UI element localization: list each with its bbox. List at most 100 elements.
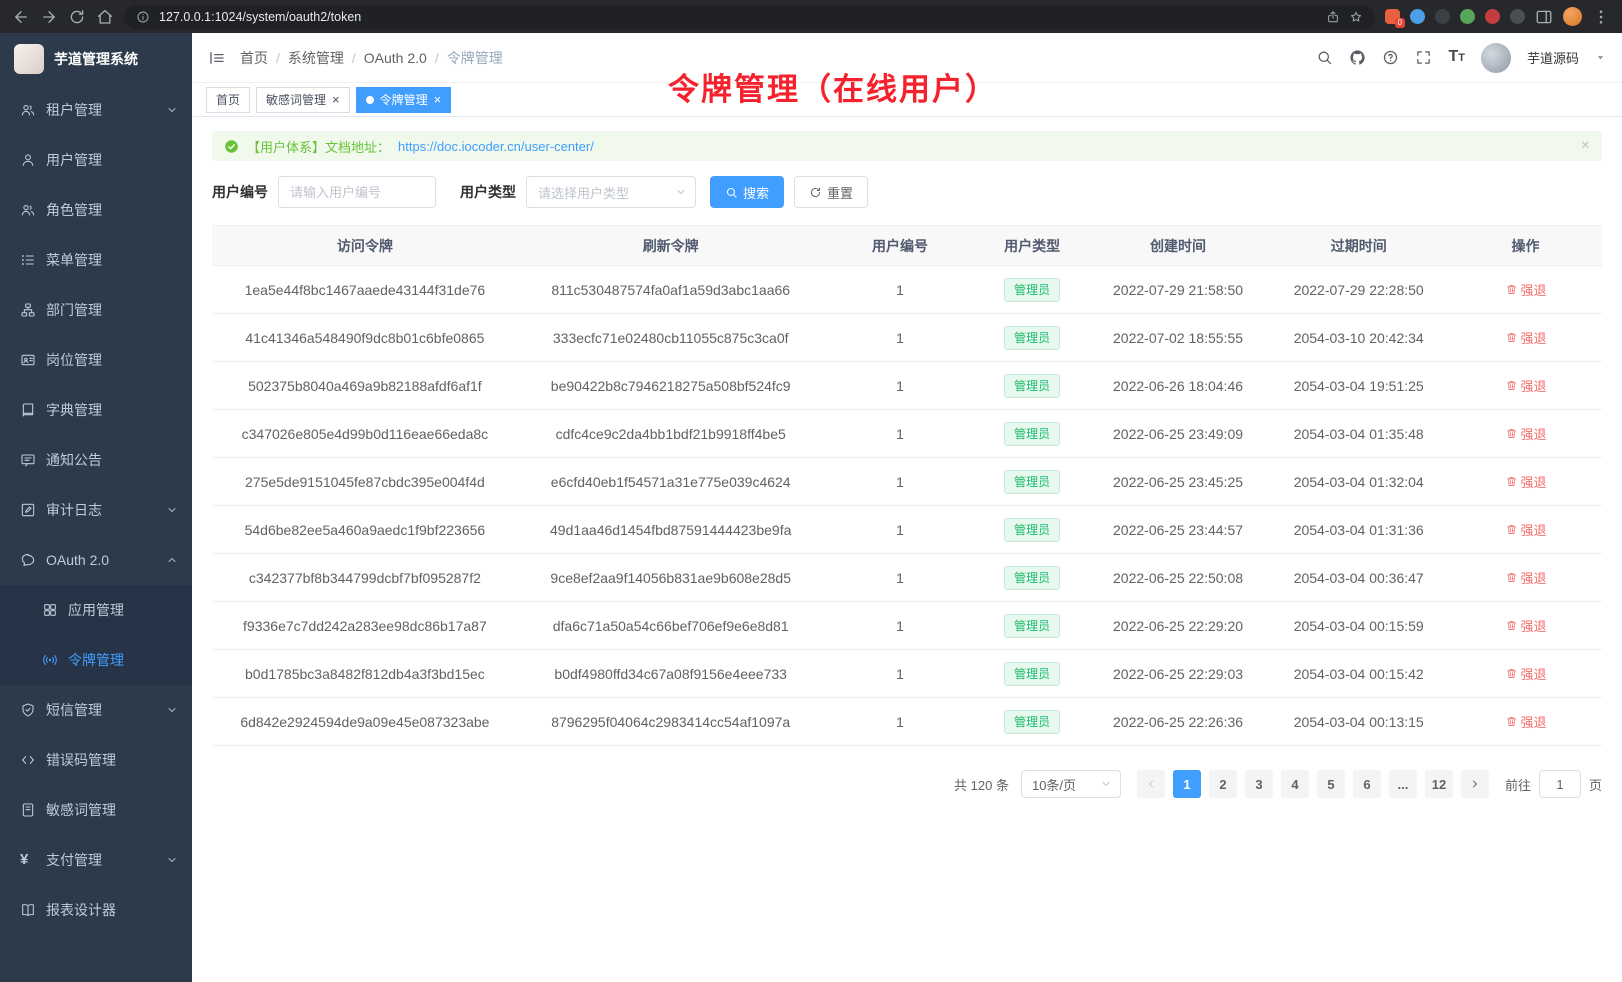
sidebar-item-user[interactable]: 用户管理 xyxy=(0,135,192,185)
sidebar-item-role[interactable]: 角色管理 xyxy=(0,185,192,235)
breadcrumb-item[interactable]: 令牌管理 xyxy=(447,48,503,68)
users-icon xyxy=(20,102,36,118)
force-logout-button[interactable]: 强退 xyxy=(1505,280,1547,299)
sidebar-item-report-designer[interactable]: 报表设计器 xyxy=(0,885,192,935)
trash-icon xyxy=(1505,379,1518,392)
sidebar-item-sensitive-word[interactable]: 敏感词管理 xyxy=(0,785,192,835)
breadcrumb-item[interactable]: 系统管理 xyxy=(288,48,344,68)
tab-home[interactable]: 首页 xyxy=(206,87,250,113)
sidebar-item-tenant[interactable]: 租户管理 xyxy=(0,85,192,135)
page-button-2[interactable]: 2 xyxy=(1209,770,1237,798)
sidebar-item-oauth2-token[interactable]: 令牌管理 xyxy=(0,635,192,685)
font-size-icon[interactable]: TT xyxy=(1448,49,1465,66)
bookmark-star-icon[interactable] xyxy=(1349,10,1363,24)
extension-crimson-icon[interactable] xyxy=(1485,9,1500,24)
force-logout-button[interactable]: 强退 xyxy=(1505,376,1547,395)
tab-close-icon[interactable]: × xyxy=(434,93,442,106)
page-ellipsis[interactable]: ... xyxy=(1389,770,1417,798)
user-id-cell: 1 xyxy=(824,362,977,410)
user-type-select[interactable]: 请选择用户类型 xyxy=(526,176,696,208)
share-icon[interactable] xyxy=(1326,10,1340,24)
force-logout-button[interactable]: 强退 xyxy=(1505,664,1547,683)
user-type-cell: 管理员 xyxy=(976,602,1087,650)
fullscreen-icon[interactable] xyxy=(1415,49,1432,66)
browser-profile-avatar[interactable] xyxy=(1563,7,1582,26)
address-bar[interactable]: 127.0.0.1:1024/system/oauth2/token xyxy=(124,5,1375,29)
alert-close-icon[interactable]: × xyxy=(1581,138,1590,154)
collapse-menu-icon[interactable] xyxy=(208,49,226,67)
user-id-input[interactable] xyxy=(278,176,436,208)
extension-dark-icon[interactable] xyxy=(1435,9,1450,24)
help-icon[interactable] xyxy=(1382,49,1399,66)
side-panel-icon[interactable] xyxy=(1535,8,1553,26)
expire-time-cell: 2054-03-04 19:51:25 xyxy=(1268,362,1449,410)
sidebar-item-post[interactable]: 岗位管理 xyxy=(0,335,192,385)
page-button-4[interactable]: 4 xyxy=(1281,770,1309,798)
tab-close-icon[interactable]: × xyxy=(332,93,340,106)
sidebar-item-dict[interactable]: 字典管理 xyxy=(0,385,192,435)
expire-time-cell: 2054-03-04 01:35:48 xyxy=(1268,410,1449,458)
sidebar-item-oauth2-app[interactable]: 应用管理 xyxy=(0,585,192,635)
browser-chrome: 127.0.0.1:1024/system/oauth2/token 0 xyxy=(0,0,1622,33)
sidebar-item-notice[interactable]: 通知公告 xyxy=(0,435,192,485)
browser-home-icon[interactable] xyxy=(96,8,114,26)
browser-reload-icon[interactable] xyxy=(68,8,86,26)
user-type-cell: 管理员 xyxy=(976,506,1087,554)
page-button-3[interactable]: 3 xyxy=(1245,770,1273,798)
page-button-12[interactable]: 12 xyxy=(1425,770,1453,798)
tree-icon xyxy=(20,302,36,318)
user-avatar[interactable] xyxy=(1481,43,1511,73)
breadcrumb-separator: / xyxy=(352,50,356,66)
action-cell: 强退 xyxy=(1449,266,1602,314)
force-logout-button[interactable]: 强退 xyxy=(1505,328,1547,347)
sidebar-item-dept[interactable]: 部门管理 xyxy=(0,285,192,335)
search-button[interactable]: 搜索 xyxy=(710,176,784,208)
sidebar-item-pay[interactable]: ¥支付管理 xyxy=(0,835,192,885)
force-logout-button[interactable]: 强退 xyxy=(1505,424,1547,443)
extension-blue-icon[interactable] xyxy=(1410,9,1425,24)
extension-red-grid-icon[interactable]: 0 xyxy=(1385,9,1400,24)
force-logout-button[interactable]: 强退 xyxy=(1505,520,1547,539)
page-button-6[interactable]: 6 xyxy=(1353,770,1381,798)
expire-time-cell: 2054-03-10 20:42:34 xyxy=(1268,314,1449,362)
breadcrumb-item[interactable]: OAuth 2.0 xyxy=(364,50,427,66)
extension-green-icon[interactable] xyxy=(1460,9,1475,24)
sidebar-item-sms[interactable]: 短信管理 xyxy=(0,685,192,735)
sidebar-item-menu[interactable]: 菜单管理 xyxy=(0,235,192,285)
browser-forward-icon[interactable] xyxy=(40,8,58,26)
tab-sensitive-word[interactable]: 敏感词管理× xyxy=(256,87,350,113)
action-cell: 强退 xyxy=(1449,650,1602,698)
search-icon[interactable] xyxy=(1316,49,1333,66)
goto-page-input[interactable] xyxy=(1539,770,1581,798)
site-info-icon[interactable] xyxy=(136,10,150,24)
page-button-1[interactable]: 1 xyxy=(1173,770,1201,798)
sidebar-item-audit-log[interactable]: 审计日志 xyxy=(0,485,192,535)
breadcrumb-item[interactable]: 首页 xyxy=(240,48,268,68)
doc-link[interactable]: https://doc.iocoder.cn/user-center/ xyxy=(398,139,594,154)
extension-gray-icon[interactable] xyxy=(1510,9,1525,24)
next-page-button[interactable] xyxy=(1461,770,1489,798)
force-logout-button[interactable]: 强退 xyxy=(1505,616,1547,635)
sidebar-item-label: 令牌管理 xyxy=(68,650,124,670)
user-name[interactable]: 芋道源码 xyxy=(1527,48,1579,67)
access-token-cell: c342377bf8b344799dcbf7bf095287f2 xyxy=(212,554,518,602)
page-size-select[interactable]: 10条/页 xyxy=(1021,770,1121,798)
access-token-cell: 275e5de9151045fe87cbdc395e004f4d xyxy=(212,458,518,506)
prev-page-button[interactable] xyxy=(1137,770,1165,798)
page-button-5[interactable]: 5 xyxy=(1317,770,1345,798)
trash-icon xyxy=(1505,283,1518,296)
tab-token[interactable]: 令牌管理× xyxy=(356,87,452,113)
force-logout-button[interactable]: 强退 xyxy=(1505,568,1547,587)
sidebar-item-oauth2[interactable]: OAuth 2.0 xyxy=(0,535,192,585)
browser-menu-icon[interactable] xyxy=(1592,8,1610,26)
sidebar-item-label: 部门管理 xyxy=(46,300,102,320)
sidebar-item-error-code[interactable]: 错误码管理 xyxy=(0,735,192,785)
trash-icon xyxy=(1505,619,1518,632)
reset-button[interactable]: 重置 xyxy=(794,176,868,208)
github-icon[interactable] xyxy=(1349,49,1366,66)
browser-back-icon[interactable] xyxy=(12,8,30,26)
user-menu-caret-icon[interactable] xyxy=(1595,52,1606,63)
sidebar-item-label: 租户管理 xyxy=(46,100,102,120)
force-logout-button[interactable]: 强退 xyxy=(1505,712,1547,731)
force-logout-button[interactable]: 强退 xyxy=(1505,472,1547,491)
